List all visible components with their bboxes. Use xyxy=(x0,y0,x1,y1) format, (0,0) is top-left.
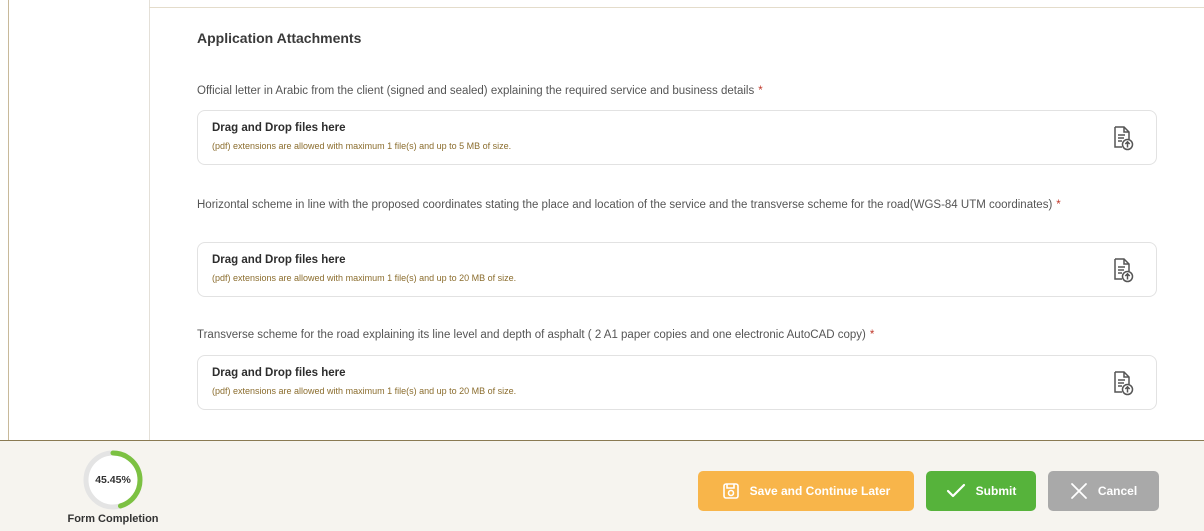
save-and-continue-later-button[interactable]: Save and Continue Later xyxy=(698,471,914,511)
attachment-label-text: Transverse scheme for the road explainin… xyxy=(197,329,866,341)
save-button-label: Save and Continue Later xyxy=(749,484,891,498)
check-icon xyxy=(946,483,965,498)
attachment-label-3: Transverse scheme for the road explainin… xyxy=(197,326,1137,344)
close-icon xyxy=(1070,483,1087,499)
application-page: Application Attachments Official letter … xyxy=(0,0,1204,531)
attachment-label-2: Horizontal scheme in line with the propo… xyxy=(197,196,1137,214)
submit-button[interactable]: Submit xyxy=(926,471,1036,511)
file-upload-icon[interactable] xyxy=(1112,257,1134,283)
file-dropzone-1[interactable]: Drag and Drop files here (pdf) extension… xyxy=(197,110,1157,165)
top-divider xyxy=(149,7,1204,8)
attachment-label-text: Official letter in Arabic from the clien… xyxy=(197,85,755,97)
dropzone-hint: (pdf) extensions are allowed with maximu… xyxy=(212,386,517,396)
file-dropzone-2[interactable]: Drag and Drop files here (pdf) extension… xyxy=(197,242,1157,297)
dropzone-title: Drag and Drop files here xyxy=(212,122,346,134)
dropzone-hint: (pdf) extensions are allowed with maximu… xyxy=(212,273,517,283)
file-upload-icon[interactable] xyxy=(1112,370,1134,396)
left-border xyxy=(8,0,9,440)
sidebar-divider xyxy=(149,0,150,440)
dropzone-hint: (pdf) extensions are allowed with maximu… xyxy=(212,141,512,151)
section-title: Application Attachments xyxy=(197,30,362,46)
file-upload-icon[interactable] xyxy=(1112,125,1134,151)
cancel-button[interactable]: Cancel xyxy=(1048,471,1159,511)
required-mark: * xyxy=(1056,199,1061,211)
required-mark: * xyxy=(869,329,875,341)
attachment-label-text: Horizontal scheme in line with the propo… xyxy=(197,199,1053,211)
dropzone-title: Drag and Drop files here xyxy=(212,254,346,266)
dropzone-title: Drag and Drop files here xyxy=(212,367,346,379)
form-completion-progress: 45.45% xyxy=(82,449,144,511)
form-footer: 45.45% Form Completion Save and Continue… xyxy=(0,440,1204,531)
required-mark: * xyxy=(758,85,763,97)
cancel-button-label: Cancel xyxy=(1097,484,1138,498)
save-icon xyxy=(722,483,739,499)
progress-value: 45.45% xyxy=(95,474,131,486)
file-dropzone-3[interactable]: Drag and Drop files here (pdf) extension… xyxy=(197,355,1157,410)
progress-label: Form Completion xyxy=(67,513,159,525)
submit-button-label: Submit xyxy=(975,484,1017,498)
attachment-label-1: Official letter in Arabic from the clien… xyxy=(197,82,1137,100)
